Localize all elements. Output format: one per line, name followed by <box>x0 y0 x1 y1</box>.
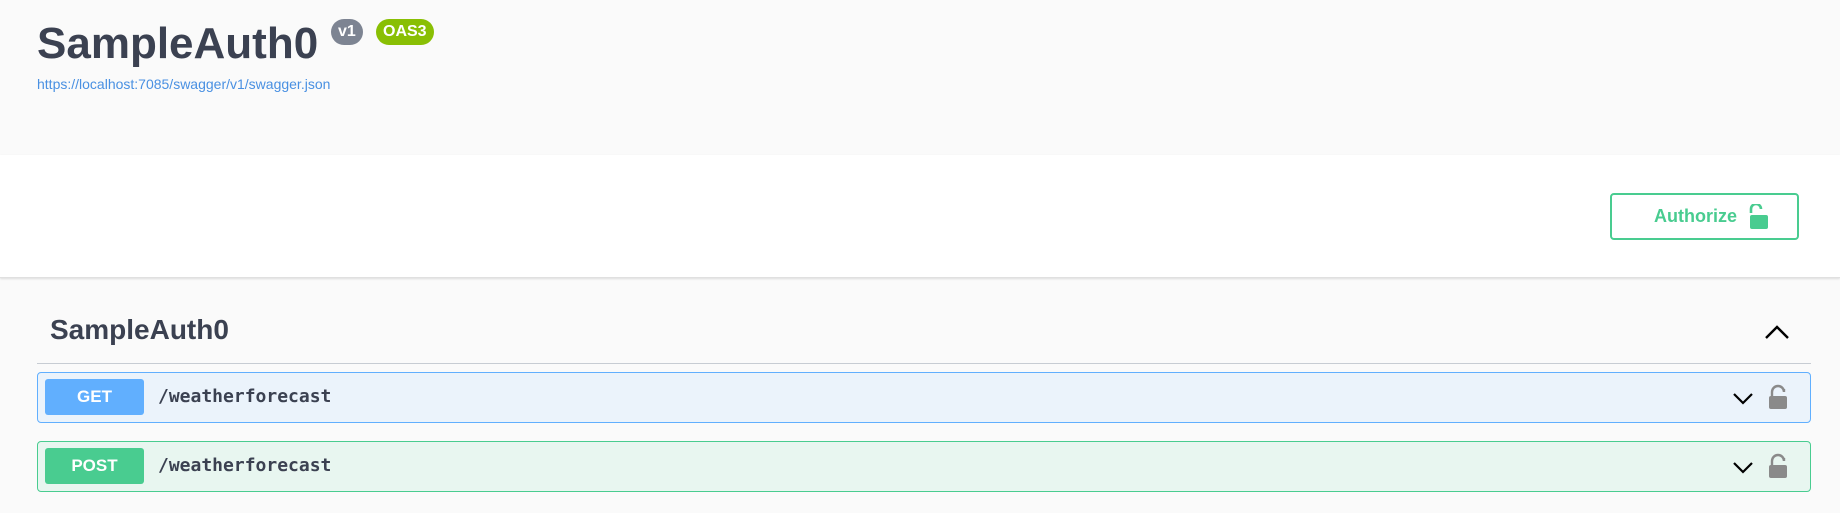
tag-title: SampleAuth0 <box>50 314 229 345</box>
operation-path: /weatherforecast <box>158 386 332 407</box>
lock-icon[interactable] <box>1768 384 1788 410</box>
oas-badge: OAS3 <box>376 19 434 45</box>
operation-path: /weatherforecast <box>158 455 332 476</box>
lock-icon[interactable] <box>1768 453 1788 479</box>
chevron-down-icon[interactable] <box>1732 458 1754 476</box>
authorize-label: Authorize <box>1654 206 1737 226</box>
unlock-icon <box>1749 203 1768 229</box>
method-badge-get: GET <box>45 379 144 415</box>
api-info-header: SampleAuth0 v1 OAS3 https://localhost:70… <box>0 0 1840 155</box>
scheme-container <box>0 155 1840 278</box>
authorize-button[interactable]: Authorize <box>1610 193 1799 240</box>
chevron-up-icon[interactable] <box>1763 322 1791 344</box>
version-badge: v1 <box>331 19 363 45</box>
spec-json-link[interactable]: https://localhost:7085/swagger/v1/swagge… <box>37 76 330 92</box>
operation-post-weatherforecast[interactable]: POST /weatherforecast <box>37 441 1811 492</box>
api-title: SampleAuth0 <box>37 19 319 68</box>
chevron-down-icon[interactable] <box>1732 389 1754 407</box>
method-badge-post: POST <box>45 448 144 484</box>
tag-section-header[interactable]: SampleAuth0 <box>37 302 1811 364</box>
operation-get-weatherforecast[interactable]: GET /weatherforecast <box>37 372 1811 423</box>
